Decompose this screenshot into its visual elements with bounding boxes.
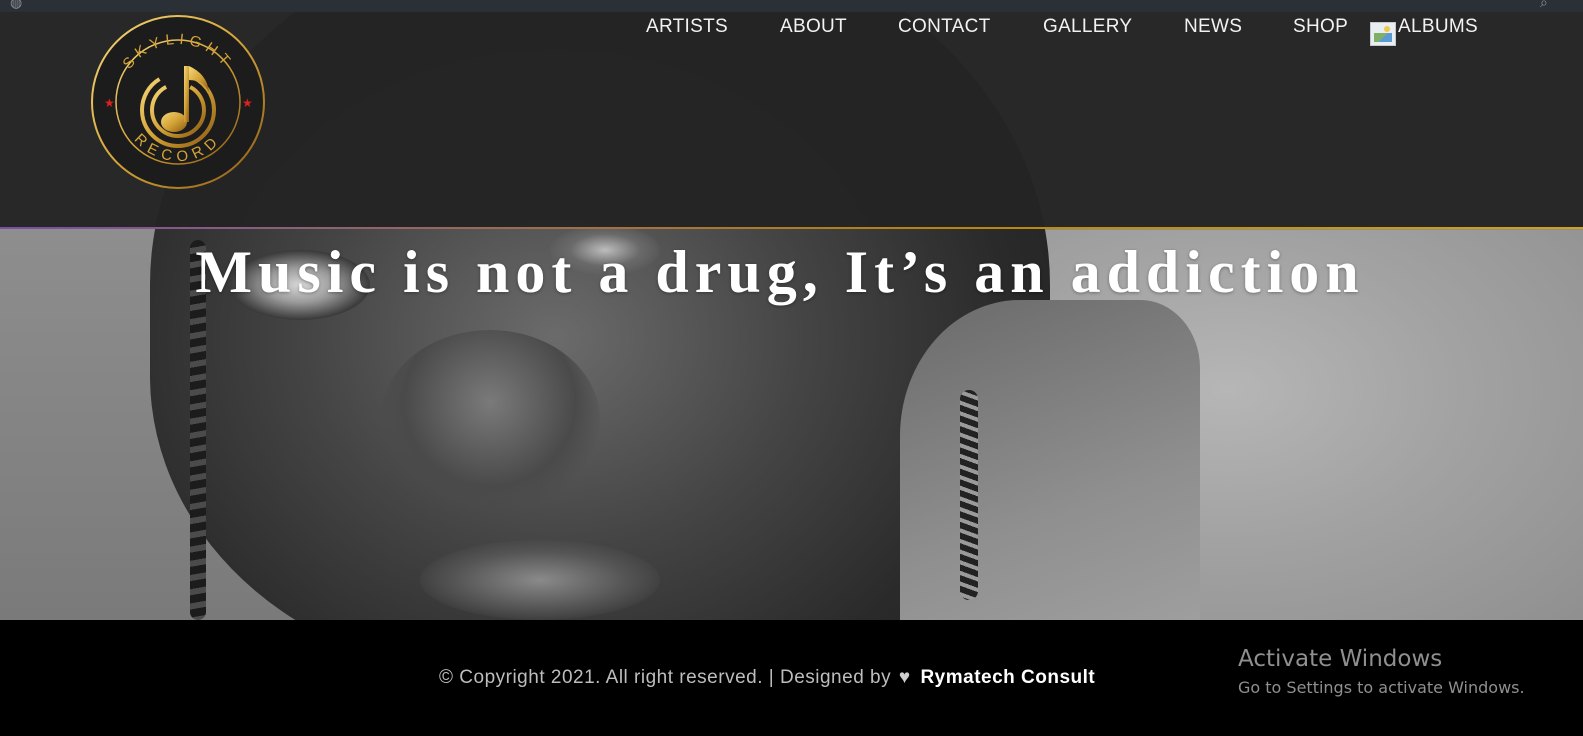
copyright-text: © Copyright 2021. All right reserved. | … xyxy=(439,667,892,688)
svg-text:★: ★ xyxy=(242,96,253,110)
nav-gallery[interactable]: GALLERY xyxy=(1043,16,1132,38)
browser-bookmark-strip: ◍ ⌕ xyxy=(0,0,1583,12)
nav-albums-label: ALBUMS xyxy=(1398,16,1478,37)
footer-copyright: © Copyright 2021. All right reserved. | … xyxy=(439,667,1095,689)
watermark-subtitle: Go to Settings to activate Windows. xyxy=(1238,678,1525,697)
globe-icon: ◍ xyxy=(10,0,23,10)
header-divider xyxy=(0,227,1583,229)
watermark-title: Activate Windows xyxy=(1238,646,1443,672)
svg-text:★: ★ xyxy=(104,96,115,110)
hero-tagline: Music is not a drug, It’s an addiction xyxy=(195,239,1365,305)
designer-credit-link[interactable]: Rymatech Consult xyxy=(920,667,1095,688)
broken-image-icon xyxy=(1370,22,1396,46)
nav-about[interactable]: ABOUT xyxy=(780,16,847,38)
search-icon: ⌕ xyxy=(1540,0,1548,10)
nav-artists[interactable]: ARTISTS xyxy=(646,16,728,38)
nav-albums[interactable]: ALBUMS xyxy=(1370,16,1478,46)
main-nav: ARTISTS ABOUT CONTACT GALLERY NEWS SHOP … xyxy=(0,16,1583,46)
windows-activation-watermark: Activate Windows Go to Settings to activ… xyxy=(1238,645,1525,703)
nav-news[interactable]: NEWS xyxy=(1184,16,1242,38)
nav-shop[interactable]: SHOP xyxy=(1293,16,1348,38)
nav-contact[interactable]: CONTACT xyxy=(898,16,991,38)
heart-icon: ♥ xyxy=(898,667,911,688)
